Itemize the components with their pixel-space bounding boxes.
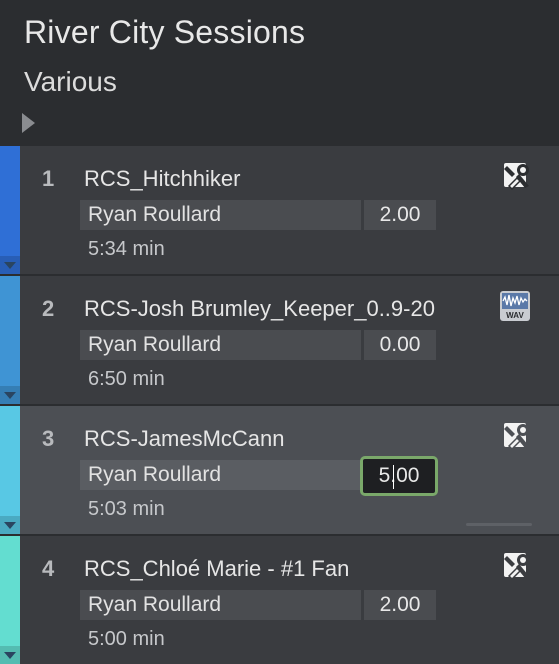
album-header: River City Sessions Various	[0, 0, 559, 146]
expand-triangle-icon[interactable]	[22, 113, 35, 133]
track-color-bar[interactable]	[0, 406, 20, 534]
chevron-down-icon[interactable]	[0, 256, 20, 274]
track-number: 1	[42, 166, 55, 191]
text-caret	[393, 465, 394, 489]
track-color-bar[interactable]	[0, 146, 20, 274]
track-name[interactable]: RCS_Hitchhiker	[84, 166, 241, 192]
track-value-field[interactable]: 2.00	[364, 590, 436, 620]
tools-icon[interactable]	[503, 160, 533, 190]
track-duration: 6:50 min	[88, 368, 165, 390]
wav-file-icon[interactable]: WAV	[499, 290, 531, 322]
track-row[interactable]: 4 RCS_Chloé Marie - #1 Fan Ryan Roullard…	[0, 536, 559, 664]
track-name[interactable]: RCS-JamesMcCann	[84, 426, 285, 452]
track-row[interactable]: 2 RCS-Josh Brumley_Keeper_0..9-20 Ryan R…	[0, 276, 559, 404]
track-artist-field[interactable]: Ryan Roullard	[80, 460, 361, 490]
track-value-text[interactable]: 5.00	[379, 464, 420, 487]
album-artist: Various	[24, 66, 117, 97]
wav-label: WAV	[506, 311, 524, 320]
album-title: River City Sessions	[24, 14, 306, 50]
tools-icon[interactable]	[503, 420, 533, 450]
row-scrollbar[interactable]	[466, 523, 532, 526]
chevron-down-icon[interactable]	[0, 386, 20, 404]
track-value-input[interactable]: 5.00	[360, 456, 438, 496]
track-artist-field[interactable]: Ryan Roullard	[80, 590, 361, 620]
chevron-down-icon[interactable]	[0, 516, 20, 534]
track-number: 4	[42, 556, 55, 581]
track-row[interactable]: 1 RCS_Hitchhiker Ryan Roullard 2.00 5:34…	[0, 146, 559, 274]
track-row-selected[interactable]: 3 RCS-JamesMcCann Ryan Roullard 5.00 5:0…	[0, 406, 559, 534]
track-artist-field[interactable]: Ryan Roullard	[80, 330, 361, 360]
track-color-bar[interactable]	[0, 536, 20, 664]
track-number: 2	[42, 296, 55, 321]
track-number: 3	[42, 426, 55, 451]
track-artist-field[interactable]: Ryan Roullard	[80, 200, 361, 230]
track-duration: 5:03 min	[88, 498, 165, 520]
track-color-bar[interactable]	[0, 276, 20, 404]
track-duration: 5:00 min	[88, 628, 165, 650]
track-name[interactable]: RCS_Chloé Marie - #1 Fan	[84, 556, 349, 582]
tools-icon[interactable]	[503, 550, 533, 580]
track-value-field[interactable]: 0.00	[364, 330, 436, 360]
track-name[interactable]: RCS-Josh Brumley_Keeper_0..9-20	[84, 296, 435, 322]
chevron-down-icon[interactable]	[0, 646, 20, 664]
track-value-field[interactable]: 2.00	[364, 200, 436, 230]
track-duration: 5:34 min	[88, 238, 165, 260]
